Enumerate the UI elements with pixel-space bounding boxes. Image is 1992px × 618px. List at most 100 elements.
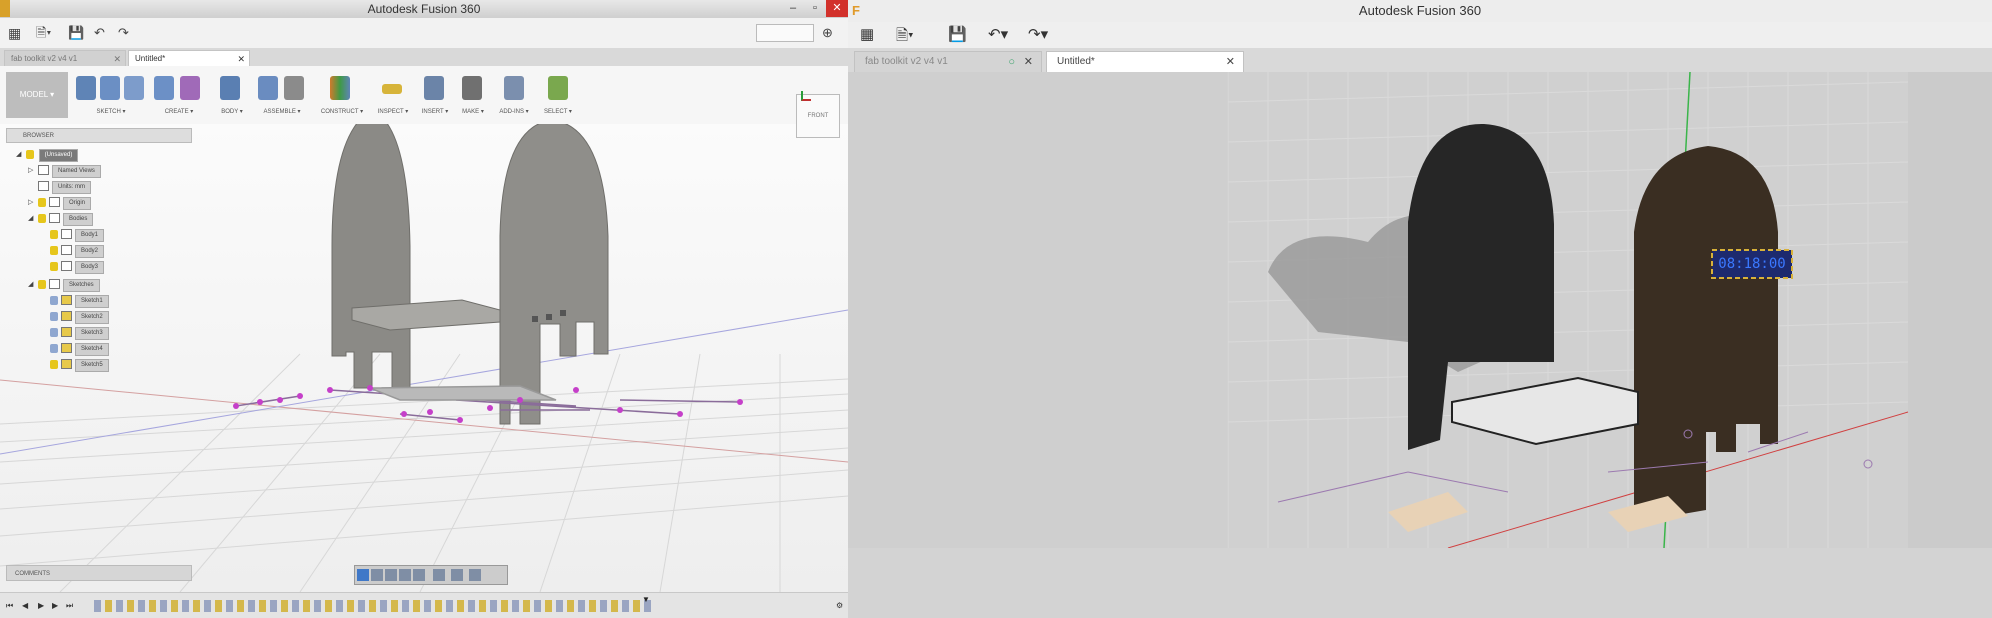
comments-panel[interactable]: COMMENTS xyxy=(6,565,192,581)
save-icon[interactable]: 💾 xyxy=(948,25,967,43)
account-button[interactable] xyxy=(756,24,814,42)
workspace-mode-button[interactable]: MODEL ▾ xyxy=(6,72,68,118)
orbit-icon[interactable] xyxy=(357,569,369,581)
lightbulb-icon[interactable] xyxy=(38,279,46,289)
browser-root[interactable]: ◢ (Unsaved) xyxy=(16,149,79,162)
lightbulb-icon[interactable] xyxy=(38,213,46,223)
browser-node-sketch3[interactable]: Sketch3 xyxy=(50,327,109,340)
grid-menu-icon[interactable]: ▦ xyxy=(8,24,21,42)
extrude-icon[interactable] xyxy=(154,76,174,100)
timeline-settings-icon[interactable]: ⚙ xyxy=(836,601,843,610)
timeline-first-button[interactable]: ⏮ xyxy=(6,601,13,611)
create-group[interactable]: CREATE ▾ xyxy=(152,70,206,122)
3d-print-icon[interactable] xyxy=(462,76,482,100)
measure-icon[interactable] xyxy=(382,84,402,94)
timeline-play-button[interactable]: ▶ xyxy=(38,601,44,610)
undo-icon[interactable]: ↶ xyxy=(94,24,105,42)
pan-icon[interactable] xyxy=(385,569,397,581)
help-icon[interactable]: ⊕ xyxy=(822,24,833,42)
timeline-prev-button[interactable]: ◀ xyxy=(22,601,28,610)
maximize-icon[interactable]: ▫ xyxy=(804,0,826,17)
close-icon[interactable]: ✕ xyxy=(826,0,848,17)
shelf-panel[interactable] xyxy=(1451,376,1639,446)
make-group[interactable]: MAKE ▾ xyxy=(456,70,490,122)
body-group[interactable]: BODY ▾ xyxy=(212,70,252,122)
close-tab-icon[interactable]: ✕ xyxy=(113,51,121,67)
right-viewport[interactable]: 08:18:00 xyxy=(848,72,1992,548)
close-tab-icon[interactable]: ✕ xyxy=(237,51,245,67)
undo-icon[interactable]: ↶▾ xyxy=(988,25,1008,43)
browser-node-origin[interactable]: ▷ Origin xyxy=(28,197,92,210)
lightbulb-icon[interactable] xyxy=(50,359,58,369)
line-icon[interactable] xyxy=(100,76,120,100)
zoom-icon[interactable] xyxy=(399,569,411,581)
revolve-icon[interactable] xyxy=(180,76,200,100)
lightbulb-icon[interactable] xyxy=(50,343,58,353)
browser-node-body2[interactable]: Body2 xyxy=(50,245,105,258)
tab-untitled[interactable]: Untitled* ✕ xyxy=(128,50,250,66)
browser-node-sketches[interactable]: ◢ Sketches xyxy=(28,279,100,292)
lightbulb-icon[interactable] xyxy=(50,311,58,321)
look-at-icon[interactable] xyxy=(371,569,383,581)
grid-menu-icon[interactable]: ▦ xyxy=(860,25,874,43)
redo-icon[interactable]: ↷▾ xyxy=(1028,25,1048,43)
lightbulb-icon[interactable] xyxy=(38,197,46,207)
save-icon[interactable]: 💾 xyxy=(68,24,84,42)
lightbulb-icon[interactable] xyxy=(50,261,58,271)
browser-node-sketch4[interactable]: Sketch4 xyxy=(50,343,109,356)
browser-node-sketch2[interactable]: Sketch2 xyxy=(50,311,109,324)
lightbulb-icon[interactable] xyxy=(50,327,58,337)
viewports-icon[interactable] xyxy=(469,569,481,581)
file-icon[interactable]: 🗎▾ xyxy=(896,25,914,50)
close-tab-icon[interactable]: ✕ xyxy=(1226,52,1235,72)
tab-fab-toolkit[interactable]: fab toolkit v2 v4 v1 ○ ✕ xyxy=(854,51,1042,72)
tab-fab-toolkit[interactable]: fab toolkit v2 v4 v1 ✕ xyxy=(4,50,126,66)
fit-icon[interactable] xyxy=(413,569,425,581)
timeline-last-button[interactable]: ⏭ xyxy=(66,601,73,611)
file-icon[interactable]: 🗎▾ xyxy=(36,24,51,42)
select-icon[interactable] xyxy=(548,76,568,100)
view-cube[interactable]: FRONT xyxy=(796,91,840,138)
select-group[interactable]: SELECT ▾ xyxy=(538,70,578,122)
redo-icon[interactable]: ↷ xyxy=(118,24,129,42)
browser-panel-header[interactable]: BROWSER xyxy=(6,128,192,143)
sketch-icon[interactable] xyxy=(76,76,96,100)
lightbulb-icon[interactable] xyxy=(26,149,34,159)
body-icon[interactable] xyxy=(220,76,240,100)
left-arch-panel[interactable] xyxy=(331,124,411,389)
lightbulb-icon[interactable] xyxy=(50,229,58,239)
lightbulb-icon[interactable] xyxy=(50,295,58,305)
right-arch-panel[interactable] xyxy=(499,124,609,425)
plane-icon[interactable] xyxy=(330,76,350,100)
grid-settings-icon[interactable] xyxy=(451,569,463,581)
timeline-features[interactable] xyxy=(94,600,654,612)
lightbulb-icon[interactable] xyxy=(50,245,58,255)
left-viewport[interactable]: BROWSER ◢ (Unsaved) ▷ Named Views Units: … xyxy=(0,124,848,592)
timeline-marker-icon[interactable]: ▼ xyxy=(642,595,650,604)
tab-untitled[interactable]: Untitled* ✕ xyxy=(1046,51,1244,72)
construct-group[interactable]: CONSTRUCT ▾ xyxy=(316,70,368,122)
root-label: (Unsaved) xyxy=(38,149,79,162)
browser-node-body1[interactable]: Body1 xyxy=(50,229,105,242)
scripts-icon[interactable] xyxy=(504,76,524,100)
browser-node-sketch5[interactable]: Sketch5 xyxy=(50,359,109,372)
inspect-group[interactable]: INSPECT ▾ xyxy=(372,70,414,122)
right-arch-panel[interactable] xyxy=(1634,146,1778,522)
browser-node-sketch1[interactable]: Sketch1 xyxy=(50,295,109,308)
minimize-icon[interactable]: – xyxy=(782,0,804,17)
component-icon[interactable] xyxy=(258,76,278,100)
joint-icon[interactable] xyxy=(284,76,304,100)
browser-node-units[interactable]: Units: mm xyxy=(38,181,91,194)
browser-node-bodies[interactable]: ◢ Bodies xyxy=(28,213,94,226)
browser-node-named-views[interactable]: ▷ Named Views xyxy=(28,165,101,178)
sketch-group[interactable]: SKETCH ▾ xyxy=(74,70,148,122)
add-ins-group[interactable]: ADD-INS ▾ xyxy=(496,70,532,122)
insert-image-icon[interactable] xyxy=(424,76,444,100)
display-settings-icon[interactable] xyxy=(433,569,445,581)
rectangle-icon[interactable] xyxy=(124,76,144,100)
browser-node-body3[interactable]: Body3 xyxy=(50,261,105,274)
assemble-group[interactable]: ASSEMBLE ▾ xyxy=(256,70,308,122)
timeline-next-button[interactable]: ▶ xyxy=(52,601,58,610)
insert-group[interactable]: INSERT ▾ xyxy=(418,70,452,122)
close-tab-icon[interactable]: ✕ xyxy=(1024,52,1033,72)
